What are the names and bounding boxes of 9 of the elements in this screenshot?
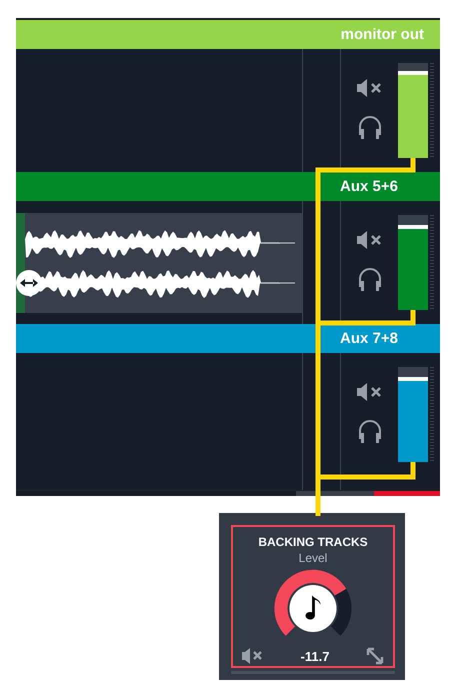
bus-header[interactable]: Aux 7+8	[16, 324, 440, 353]
bus-label: Aux 5+6	[340, 178, 399, 195]
bus-label: monitor out	[340, 26, 424, 43]
channel-title: BACKING TRACKS	[258, 535, 368, 549]
parameter-label: Level	[298, 551, 328, 565]
level-value: -11.7	[300, 648, 330, 664]
bus-label: Aux 7+8	[340, 330, 399, 347]
knob-panel[interactable]: BACKING TRACKS Level -11.7	[231, 525, 395, 668]
bus-header[interactable]: Aux 5+6	[16, 172, 440, 201]
